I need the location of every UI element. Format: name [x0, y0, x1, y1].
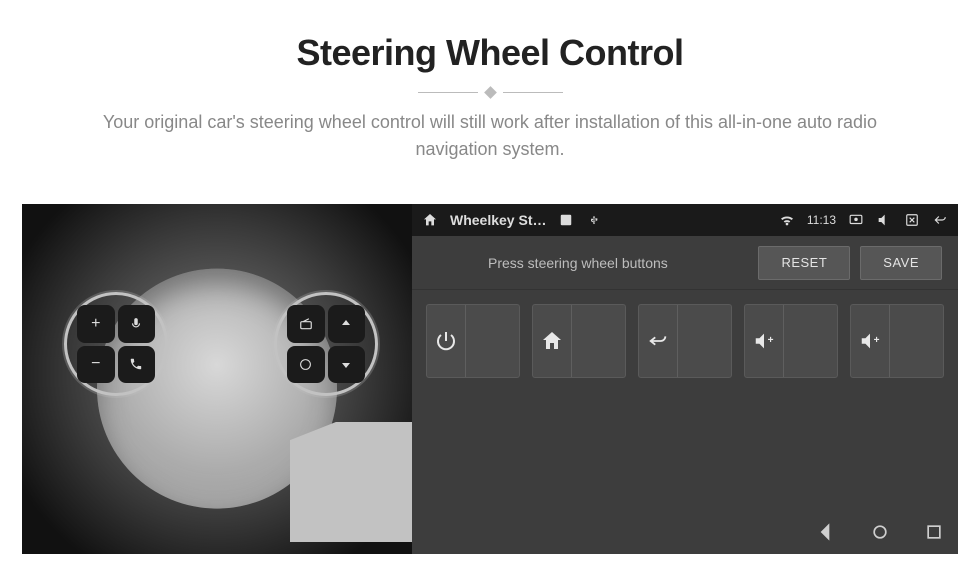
- app-title: Wheelkey St…: [450, 212, 546, 228]
- map-card-back[interactable]: [638, 304, 732, 378]
- back-icon[interactable]: [932, 212, 948, 228]
- status-time: 11:13: [807, 213, 836, 227]
- toolbar: Press steering wheel buttons RESET SAVE: [412, 236, 958, 290]
- instruction-text: Press steering wheel buttons: [428, 255, 748, 271]
- power-icon: [427, 329, 465, 353]
- wheel-btn-plus: +: [77, 305, 115, 343]
- reset-button[interactable]: RESET: [758, 246, 850, 280]
- page-title: Steering Wheel Control: [0, 32, 980, 74]
- highlight-ring-right: [274, 292, 378, 396]
- steering-wheel-image: + −: [22, 204, 412, 554]
- system-nav: [814, 520, 946, 544]
- mapping-grid: + +: [412, 290, 958, 378]
- svg-text:+: +: [768, 335, 774, 346]
- sysnav-recent-icon[interactable]: [922, 520, 946, 544]
- save-button[interactable]: SAVE: [860, 246, 942, 280]
- status-bar: Wheelkey St… 11:13: [412, 204, 958, 236]
- headunit-screen: Wheelkey St… 11:13: [412, 204, 958, 554]
- home-icon: [533, 329, 571, 353]
- map-card-power[interactable]: [426, 304, 520, 378]
- wifi-icon: [779, 212, 795, 228]
- map-card-volup-1[interactable]: +: [744, 304, 838, 378]
- image-icon: [558, 212, 574, 228]
- map-card-volup-2[interactable]: +: [850, 304, 944, 378]
- wheel-btn-source: [287, 346, 325, 384]
- sysnav-back-icon[interactable]: [814, 520, 838, 544]
- wheel-btn-voice: [118, 305, 156, 343]
- wheel-btn-phone: [118, 346, 156, 384]
- wheel-buttons-right: [287, 305, 365, 383]
- highlight-ring-left: + −: [64, 292, 168, 396]
- wheel-buttons-left: + −: [77, 305, 155, 383]
- map-card-home[interactable]: [532, 304, 626, 378]
- sysnav-home-icon[interactable]: [868, 520, 892, 544]
- wheel-btn-radio: [287, 305, 325, 343]
- volume-up-icon: +: [851, 330, 889, 352]
- illustration-scene: + −: [22, 204, 958, 554]
- wheel-btn-up: [328, 305, 366, 343]
- close-icon[interactable]: [904, 212, 920, 228]
- svg-text:+: +: [874, 335, 880, 346]
- wheel-btn-minus: −: [77, 346, 115, 384]
- volume-up-icon: +: [745, 330, 783, 352]
- return-icon: [639, 330, 677, 352]
- usb-icon: [586, 212, 602, 228]
- home-icon[interactable]: [422, 212, 438, 228]
- title-divider: [0, 88, 980, 97]
- wheel-btn-down: [328, 346, 366, 384]
- cast-icon[interactable]: [848, 212, 864, 228]
- page-subtitle: Your original car's steering wheel contr…: [75, 109, 905, 163]
- mute-icon[interactable]: [876, 212, 892, 228]
